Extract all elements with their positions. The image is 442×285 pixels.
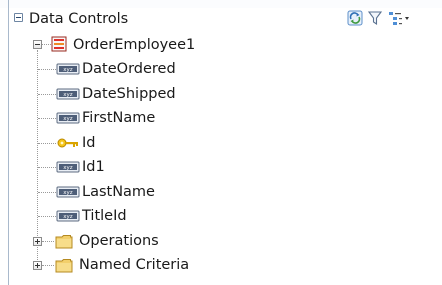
tree-node-attribute-label: DateShipped (82, 85, 176, 102)
tree-node-root-label: OrderEmployee1 (73, 37, 196, 53)
attribute-icon: xyz (56, 87, 80, 105)
filter-icon[interactable] (367, 10, 383, 26)
svg-text:xyz: xyz (63, 116, 73, 122)
attribute-icon: xyz (56, 185, 80, 203)
attribute-icon: xyz (56, 209, 80, 227)
tree-node-folder[interactable]: Named Criteria (0, 253, 300, 277)
tree-node-attribute[interactable]: xyz TitleId (0, 204, 300, 228)
tree-node-attribute-label: FirstName (82, 110, 156, 126)
data-controls-panel: Data Controls OrderEmployee1 xyz DateOrde… (0, 0, 442, 285)
tree-node-attribute[interactable]: Id (0, 131, 300, 155)
svg-text:xyz: xyz (63, 92, 73, 98)
tree-node-attribute-label: Id1 (82, 159, 105, 175)
tree-node-attribute[interactable]: xyz DateShipped (0, 82, 300, 106)
svg-text:xyz: xyz (63, 190, 73, 196)
refresh-icon[interactable] (347, 10, 363, 26)
data-controls-title: Data Controls (29, 11, 129, 27)
key-icon (56, 136, 80, 154)
tree-node-folder-label: Operations (79, 232, 159, 249)
root-collapse-toggle[interactable] (33, 40, 42, 49)
attribute-icon: xyz (56, 62, 80, 80)
data-control-collection-icon (51, 36, 67, 52)
tree-node-folder[interactable]: Operations (0, 229, 300, 253)
tree-node-attribute[interactable]: xyz Id1 (0, 155, 300, 179)
tree-view-menu-icon[interactable] (388, 10, 410, 26)
svg-text:xyz: xyz (63, 214, 73, 220)
tree-node-attribute[interactable]: xyz DateOrdered (0, 57, 300, 81)
tree-node-attribute-label: Id (82, 134, 96, 151)
svg-text:xyz: xyz (63, 67, 73, 73)
svg-text:xyz: xyz (63, 165, 73, 171)
panel-top-edge (0, 0, 442, 8)
attribute-icon: xyz (56, 160, 80, 178)
tree-node-attribute-label: DateOrdered (82, 61, 176, 77)
tree-node-attribute[interactable]: xyz LastName (0, 180, 300, 204)
tree-node-attribute-label: LastName (82, 183, 155, 200)
tree-node-attribute[interactable]: xyz FirstName (0, 106, 300, 130)
tree-node-folder-label: Named Criteria (79, 257, 190, 273)
folder-icon (55, 258, 73, 277)
tree-node-attribute-label: TitleId (82, 208, 127, 224)
folder-icon (55, 234, 73, 253)
collapse-panel-icon[interactable] (14, 13, 23, 22)
attribute-icon: xyz (56, 111, 80, 129)
